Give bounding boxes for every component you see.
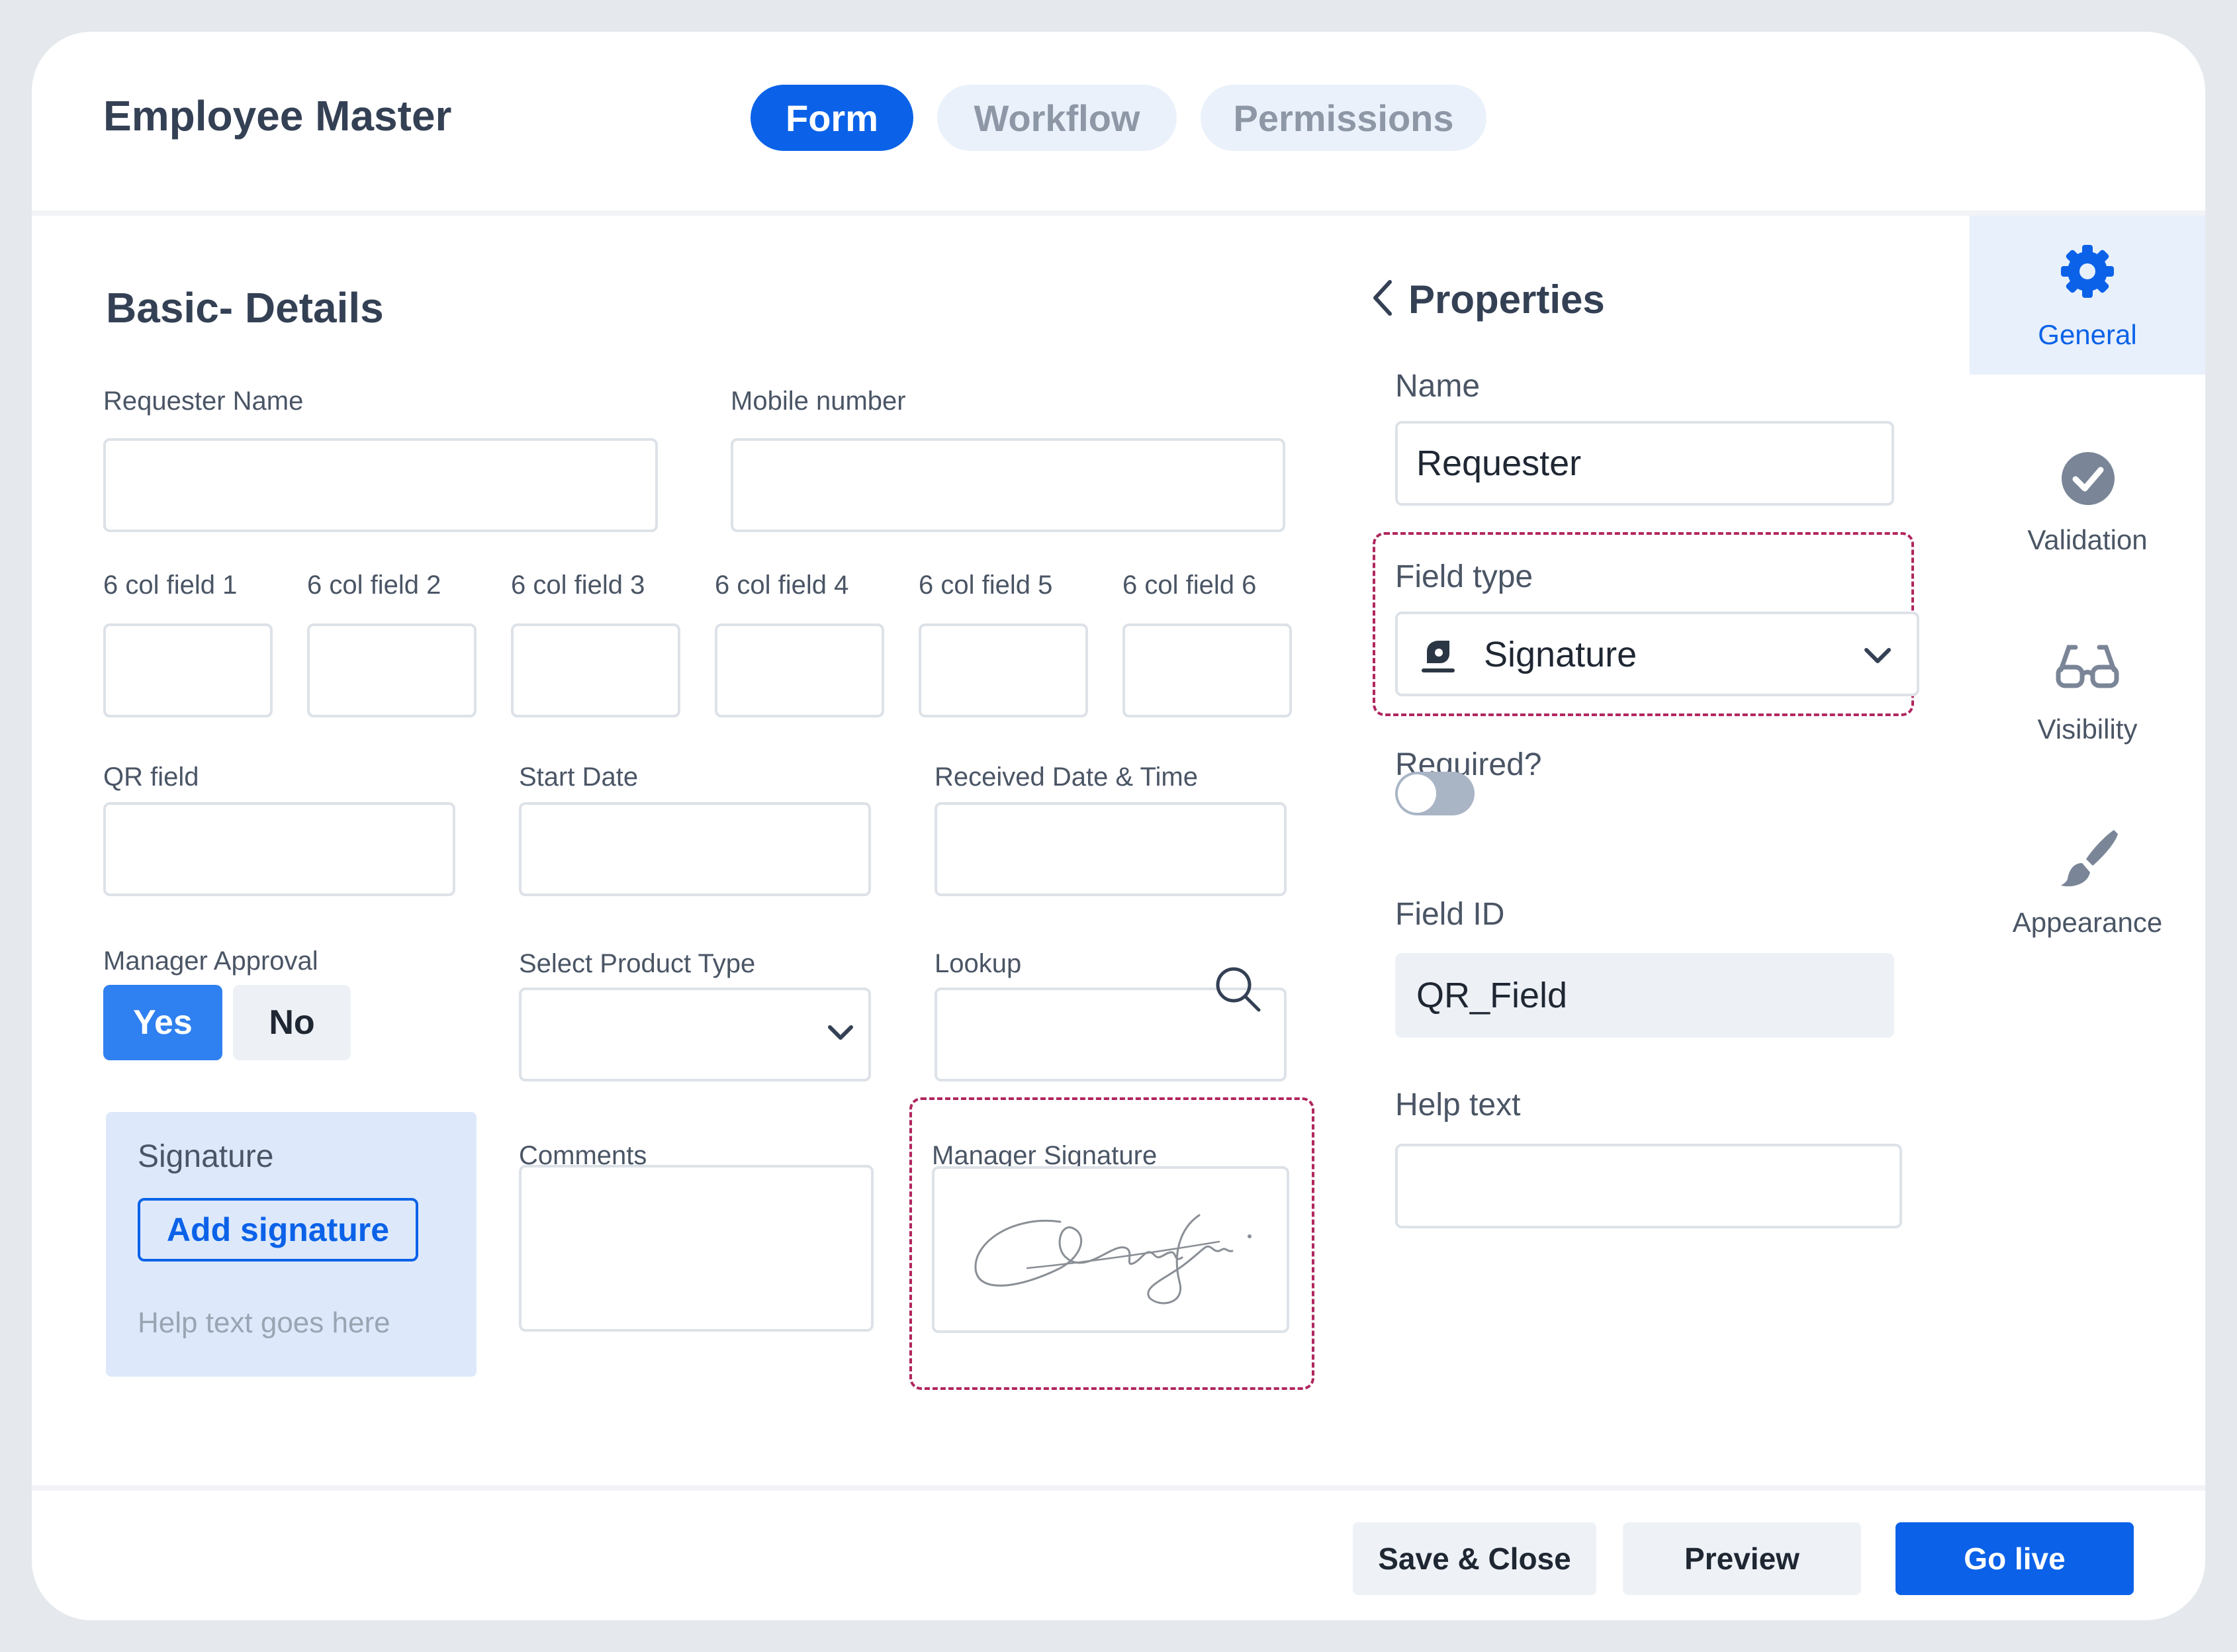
rail-item-appearance[interactable]: Appearance: [1970, 826, 2205, 958]
six-col-label-6: 6 col field 6: [1122, 571, 1257, 600]
signature-image: [974, 1214, 1252, 1305]
six-col-label-4: 6 col field 4: [715, 571, 849, 600]
start-date-label: Start Date: [519, 762, 639, 792]
header-divider: [32, 210, 2205, 216]
tab-form[interactable]: Form: [751, 85, 913, 151]
save-close-button[interactable]: Save & Close: [1353, 1522, 1596, 1595]
chevron-down-icon: [828, 1025, 853, 1040]
mobile-number-label: Mobile number: [731, 387, 906, 416]
received-date-input[interactable]: [935, 802, 1287, 896]
gear-icon: [2061, 245, 2114, 298]
field-type-label: Field type: [1395, 559, 1533, 594]
rail-label-visibility: Visibility: [2037, 713, 2138, 745]
rail-label-validation: Validation: [2027, 524, 2148, 555]
mobile-number-input[interactable]: [731, 438, 1285, 532]
six-col-label-3: 6 col field 3: [511, 571, 645, 600]
rail-label-appearance: Appearance: [2012, 907, 2163, 938]
received-date-label: Received Date & Time: [935, 762, 1198, 792]
properties-title: Properties: [1408, 277, 1605, 322]
preview-button[interactable]: Preview: [1623, 1522, 1861, 1595]
name-label: Name: [1395, 369, 1481, 404]
chevron-left-icon[interactable]: [1367, 277, 1398, 319]
field-type-value: Signature: [1484, 635, 1637, 674]
approval-no-button[interactable]: No: [233, 985, 351, 1060]
name-input[interactable]: Requester: [1395, 421, 1894, 506]
product-type-select[interactable]: [519, 987, 871, 1081]
lookup-label: Lookup: [935, 949, 1022, 978]
add-signature-button[interactable]: Add signature: [138, 1198, 418, 1262]
page-title: Employee Master: [103, 92, 452, 140]
check-circle-icon: [2062, 452, 2115, 505]
requester-name-label: Requester Name: [103, 387, 304, 416]
search-icon[interactable]: [1214, 965, 1264, 1015]
rail-item-visibility[interactable]: Visibility: [1970, 634, 2205, 766]
app-window: Employee Master Form Workflow Permission…: [32, 32, 2205, 1620]
six-col-input-5[interactable]: [919, 623, 1088, 717]
six-col-label-5: 6 col field 5: [919, 571, 1053, 600]
rail-item-general[interactable]: General: [1970, 216, 2205, 375]
rail-label-general: General: [2038, 319, 2137, 350]
manager-signature-pad[interactable]: [932, 1166, 1289, 1333]
requester-name-input[interactable]: [103, 438, 658, 532]
qr-field-input[interactable]: [103, 802, 455, 896]
six-col-input-1[interactable]: [103, 623, 273, 717]
signature-stamp-icon: [1422, 641, 1455, 672]
six-col-label-1: 6 col field 1: [103, 571, 238, 600]
product-type-label: Select Product Type: [519, 949, 756, 978]
glasses-icon: [2056, 645, 2119, 688]
six-col-input-4[interactable]: [715, 623, 884, 717]
six-col-input-2[interactable]: [307, 623, 477, 717]
tab-permissions[interactable]: Permissions: [1201, 85, 1486, 151]
help-text-label: Help text: [1395, 1087, 1521, 1123]
six-col-label-2: 6 col field 2: [307, 571, 441, 600]
qr-field-label: QR field: [103, 762, 199, 792]
help-text-input[interactable]: [1395, 1144, 1902, 1228]
field-id-input: QR_Field: [1395, 953, 1894, 1038]
paintbrush-icon: [2061, 830, 2118, 887]
rail-item-validation[interactable]: Validation: [1970, 442, 2205, 574]
six-col-input-6[interactable]: [1122, 623, 1292, 717]
section-title: Basic- Details: [106, 284, 384, 332]
six-col-input-3[interactable]: [511, 623, 680, 717]
tab-workflow[interactable]: Workflow: [937, 85, 1177, 151]
approval-yes-button[interactable]: Yes: [103, 985, 222, 1060]
manager-approval-label: Manager Approval: [103, 946, 318, 976]
signature-help-text: Help text goes here: [138, 1307, 390, 1339]
footer-divider: [32, 1485, 2205, 1491]
go-live-button[interactable]: Go live: [1895, 1522, 2134, 1595]
start-date-input[interactable]: [519, 802, 871, 896]
comments-textarea[interactable]: [519, 1165, 874, 1332]
chevron-down-icon: [1864, 648, 1891, 663]
signature-card-title: Signature: [138, 1139, 274, 1174]
required-toggle-knob: [1398, 774, 1436, 813]
field-id-label: Field ID: [1395, 897, 1505, 932]
field-type-select[interactable]: Signature: [1395, 612, 1919, 696]
